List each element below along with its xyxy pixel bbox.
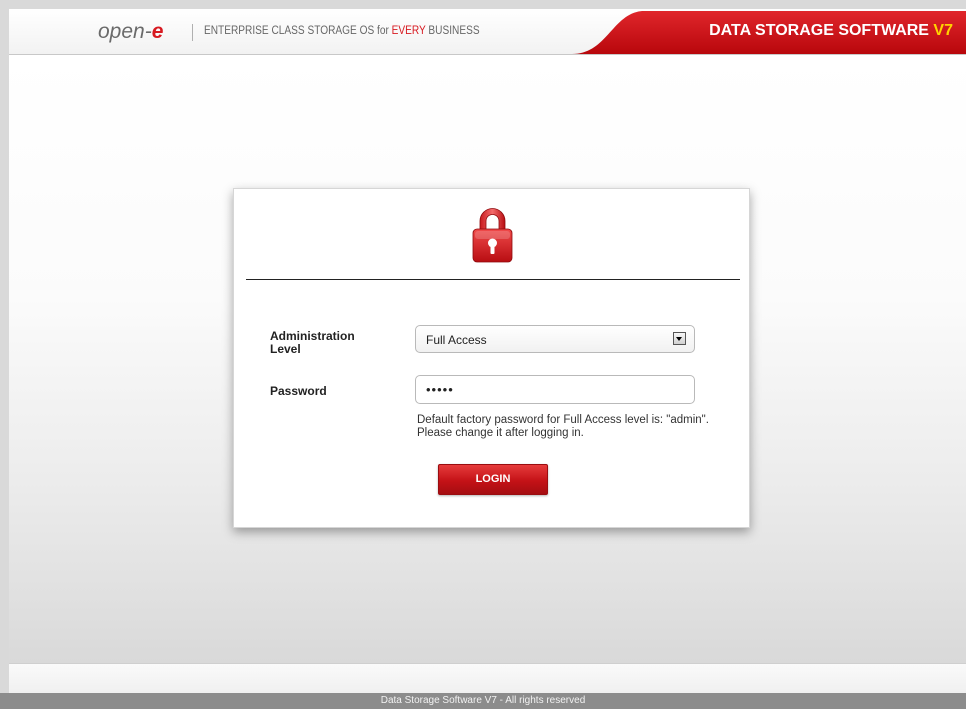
bottom-strip bbox=[9, 663, 966, 693]
footer-copyright: Data Storage Software V7 - All rights re… bbox=[0, 693, 966, 709]
product-title: DATA STORAGE SOFTWARE V7 bbox=[709, 22, 953, 39]
dropdown-arrow-icon[interactable] bbox=[673, 332, 686, 345]
administration-level-select[interactable]: Full Access bbox=[415, 325, 695, 353]
administration-level-label: Administration Level bbox=[270, 329, 355, 356]
top-frame-border bbox=[0, 0, 966, 9]
left-frame-border bbox=[0, 9, 9, 693]
password-input[interactable] bbox=[415, 375, 695, 404]
panel-divider bbox=[246, 279, 740, 280]
product-title-banner: DATA STORAGE SOFTWARE V7 bbox=[572, 9, 966, 54]
padlock-icon bbox=[470, 205, 515, 270]
default-password-hint: Default factory password for Full Access… bbox=[417, 414, 709, 439]
open-e-logo: open-e bbox=[98, 20, 164, 43]
login-panel: Administration Level Full Access Passwor… bbox=[233, 188, 750, 528]
administration-level-value: Full Access bbox=[426, 333, 487, 347]
logo-separator bbox=[192, 24, 193, 41]
header-bar: open-e ENTERPRISE CLASS STORAGE OS for E… bbox=[9, 9, 966, 55]
login-button[interactable]: LOGIN bbox=[438, 464, 548, 495]
tagline: ENTERPRISE CLASS STORAGE OS for EVERY BU… bbox=[204, 25, 480, 37]
password-label: Password bbox=[270, 384, 327, 398]
